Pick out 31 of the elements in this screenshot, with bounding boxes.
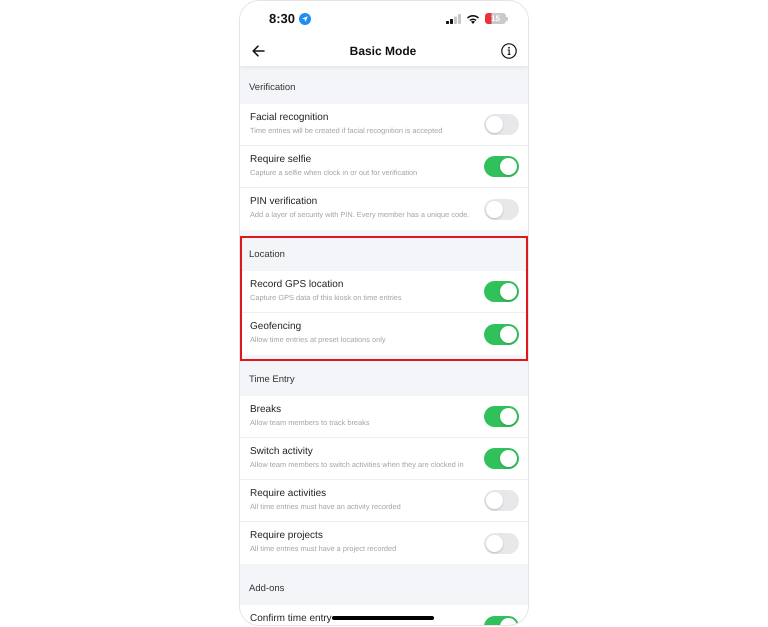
screen-title: Basic Mode bbox=[350, 43, 416, 60]
toggle-switch[interactable] bbox=[484, 324, 519, 344]
setting-title: PIN verification bbox=[250, 196, 318, 208]
wifi-icon bbox=[466, 14, 480, 24]
setting-title: Require projects bbox=[250, 530, 324, 542]
setting-title: Confirm time entry bbox=[250, 613, 332, 625]
setting-title: Breaks bbox=[250, 404, 282, 416]
toggle-switch[interactable] bbox=[484, 490, 519, 511]
back-button[interactable] bbox=[251, 44, 265, 58]
info-icon bbox=[501, 43, 517, 59]
section-header: Add-ons bbox=[249, 582, 284, 596]
setting-title: Geofencing bbox=[250, 321, 302, 333]
back-arrow-icon bbox=[252, 45, 264, 57]
section-header: Verification bbox=[249, 81, 296, 96]
toggle-switch[interactable] bbox=[484, 281, 519, 302]
toggle-switch[interactable] bbox=[484, 156, 519, 177]
setting-title: Record GPS location bbox=[250, 279, 344, 291]
setting-title: Require selfie bbox=[250, 154, 312, 166]
setting-title: Require activities bbox=[250, 488, 328, 500]
signal-icon bbox=[446, 14, 461, 24]
info-button[interactable] bbox=[501, 43, 517, 59]
toggle-switch[interactable] bbox=[484, 114, 519, 135]
toggle-switch[interactable] bbox=[484, 448, 519, 469]
toggle-switch[interactable] bbox=[484, 532, 519, 554]
setting-title: Switch activity bbox=[250, 446, 314, 458]
section-header: Time Entry bbox=[249, 373, 295, 388]
setting-title: Facial recognition bbox=[250, 112, 330, 124]
status-time: 8:30 bbox=[269, 12, 296, 25]
toggle-switch[interactable] bbox=[484, 198, 519, 220]
section-header: Location bbox=[249, 248, 285, 262]
toggle-switch[interactable] bbox=[484, 406, 519, 427]
